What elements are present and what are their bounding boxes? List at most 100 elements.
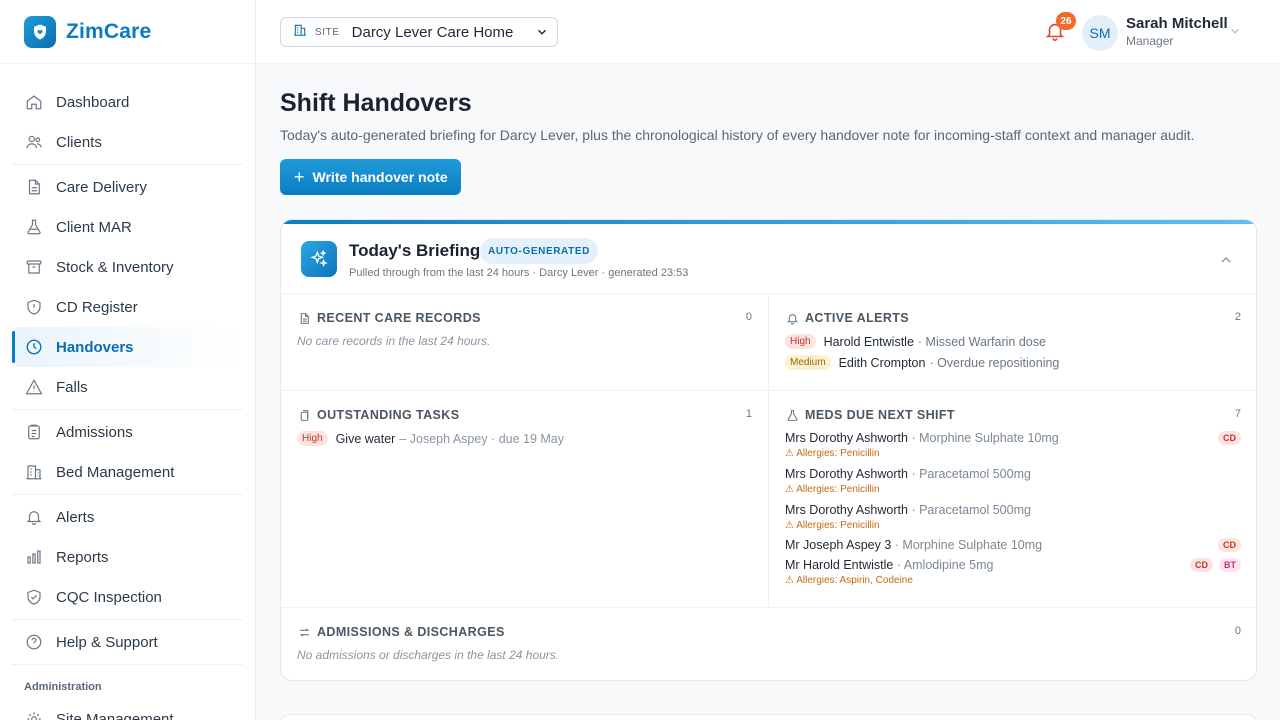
nav-divider	[12, 164, 243, 165]
user-name[interactable]: Sarah Mitchell	[1126, 15, 1228, 32]
med-drug: · Morphine Sulphate 10mg	[911, 431, 1059, 445]
nav-item-care-delivery[interactable]: Care Delivery	[12, 167, 243, 207]
write-handover-note-button[interactable]: + Write handover note	[280, 159, 461, 195]
nav-divider	[12, 664, 243, 665]
building-icon	[293, 23, 307, 42]
users-icon	[24, 132, 44, 152]
nav-label: Care Delivery	[56, 178, 147, 196]
nav-item-falls[interactable]: Falls	[12, 367, 243, 407]
briefing-grid: RECENT CARE RECORDS 0 No care records in…	[281, 294, 1256, 680]
nav-item-handovers[interactable]: Handovers	[12, 327, 243, 367]
chevron-up-icon[interactable]	[1218, 252, 1234, 273]
nav-label: Alerts	[56, 508, 95, 526]
nav-item-stock[interactable]: Stock & Inventory	[12, 247, 243, 287]
task-item[interactable]: High Give water – Joseph Aspey · due 19 …	[297, 431, 752, 446]
chevron-down-icon[interactable]	[1228, 24, 1242, 43]
nav-item-client-mar[interactable]: Client MAR	[12, 207, 243, 247]
todays-briefing-card: Today's Briefing AUTO-GENERATED Pulled t…	[280, 219, 1257, 681]
empty-state: No admissions or discharges in the last …	[297, 648, 560, 662]
med-drug: · Morphine Sulphate 10mg	[894, 538, 1043, 552]
severity-badge: High	[785, 334, 816, 349]
nav-item-dashboard[interactable]: Dashboard	[12, 82, 243, 122]
clipboard-icon	[297, 408, 311, 422]
avatar[interactable]: SM	[1082, 15, 1118, 51]
task-name: Give water	[335, 431, 396, 446]
section-count: 0	[745, 311, 752, 323]
next-card-edge	[280, 714, 1257, 720]
nav-label: Admissions	[56, 423, 133, 441]
nav-item-site-management[interactable]: Site Management	[12, 699, 243, 720]
shield-alert-icon	[24, 297, 44, 317]
med-drug: · Amlodipine 5mg	[896, 558, 994, 572]
main-content: Shift Handovers Today's auto-generated b…	[280, 64, 1257, 681]
nav-divider	[12, 409, 243, 410]
meds-due-section: MEDS DUE NEXT SHIFT 7 Mrs Dorothy Ashwor…	[769, 391, 1256, 608]
building-icon	[24, 462, 44, 482]
section-count: 2	[1234, 311, 1241, 323]
section-count: 1	[745, 408, 752, 420]
med-item[interactable]: Mr Harold Entwistle · Amlodipine 5mg ⚠ A…	[785, 558, 1241, 588]
site-selector[interactable]: SITE Darcy Lever Care Home	[280, 17, 558, 47]
cd-tag: CD	[1218, 431, 1241, 445]
bar-chart-icon	[24, 547, 44, 567]
bell-icon	[785, 311, 799, 325]
med-item[interactable]: Mrs Dorothy Ashworth · Paracetamol 500mg…	[785, 467, 1241, 497]
allergy-warning: ⚠ Allergies: Aspirin, Codeine	[785, 575, 913, 586]
site-name: Darcy Lever Care Home	[351, 23, 514, 41]
nav-item-cd-register[interactable]: CD Register	[12, 287, 243, 327]
task-detail: – Joseph Aspey · due 19 May	[399, 431, 565, 446]
section-count: 7	[1234, 408, 1241, 420]
document-icon	[24, 177, 44, 197]
clock-icon	[24, 337, 44, 357]
allergy-warning: ⚠ Allergies: Penicillin	[785, 520, 880, 531]
section-title: RECENT CARE RECORDS	[317, 311, 481, 325]
nav-section-administration: Administration	[24, 681, 102, 693]
active-alerts-section: ACTIVE ALERTS 2 High Harold Entwistle · …	[769, 294, 1256, 391]
med-client: Mrs Dorothy Ashworth	[785, 503, 908, 517]
chevron-down-icon	[535, 25, 549, 44]
med-drug: · Paracetamol 500mg	[911, 503, 1031, 517]
alert-item[interactable]: Medium Edith Crompton · Overdue repositi…	[785, 355, 1241, 370]
bt-tag: BT	[1219, 558, 1241, 572]
page-title: Shift Handovers	[280, 89, 472, 117]
alert-client: Edith Crompton	[838, 355, 926, 370]
nav-item-admissions[interactable]: Admissions	[12, 412, 243, 452]
med-item[interactable]: Mrs Dorothy Ashworth · Paracetamol 500mg…	[785, 503, 1241, 533]
med-item[interactable]: Mrs Dorothy Ashworth · Morphine Sulphate…	[785, 431, 1241, 461]
nav-item-bed-management[interactable]: Bed Management	[12, 452, 243, 492]
cd-tag: CD	[1218, 538, 1241, 552]
cd-tag: CD	[1190, 558, 1213, 572]
nav-label: Stock & Inventory	[56, 258, 174, 276]
swap-arrows-icon	[297, 625, 311, 639]
med-client: Mr Harold Entwistle	[785, 558, 894, 572]
nav-item-alerts[interactable]: Alerts	[12, 497, 243, 537]
sparkle-icon	[301, 241, 337, 277]
nav-item-help[interactable]: Help & Support	[12, 622, 243, 662]
med-client: Mrs Dorothy Ashworth	[785, 467, 908, 481]
home-icon	[24, 92, 44, 112]
alert-item[interactable]: High Harold Entwistle · Missed Warfarin …	[785, 334, 1241, 349]
clipboard-icon	[24, 422, 44, 442]
nav-item-clients[interactable]: Clients	[12, 122, 243, 162]
button-label: Write handover note	[312, 169, 448, 185]
page-description: Today's auto-generated briefing for Darc…	[280, 127, 1195, 143]
shield-check-icon	[24, 587, 44, 607]
nav-item-cqc[interactable]: CQC Inspection	[12, 577, 243, 617]
brand[interactable]: ZimCare	[0, 0, 255, 64]
med-item[interactable]: Mr Joseph Aspey 3 · Morphine Sulphate 10…	[785, 538, 1241, 554]
briefing-header[interactable]: Today's Briefing AUTO-GENERATED Pulled t…	[281, 224, 1256, 294]
nav-label: Clients	[56, 133, 102, 151]
nav-label: Help & Support	[56, 633, 158, 651]
flask-icon	[24, 217, 44, 237]
plus-icon: +	[294, 167, 305, 187]
nav-item-reports[interactable]: Reports	[12, 537, 243, 577]
alert-detail: · Overdue repositioning	[929, 355, 1060, 370]
user-role: Manager	[1126, 34, 1174, 48]
main-nav: Dashboard Clients Care Delivery Client M…	[0, 64, 255, 720]
notification-count-badge: 26	[1056, 12, 1076, 30]
nav-label: Bed Management	[56, 463, 175, 481]
outstanding-tasks-section: OUTSTANDING TASKS 1 High Give water – Jo…	[281, 391, 769, 608]
med-client: Mrs Dorothy Ashworth	[785, 431, 908, 445]
empty-state: No care records in the last 24 hours.	[297, 334, 491, 348]
sidebar: ZimCare Dashboard Clients Care Delivery …	[0, 0, 256, 720]
